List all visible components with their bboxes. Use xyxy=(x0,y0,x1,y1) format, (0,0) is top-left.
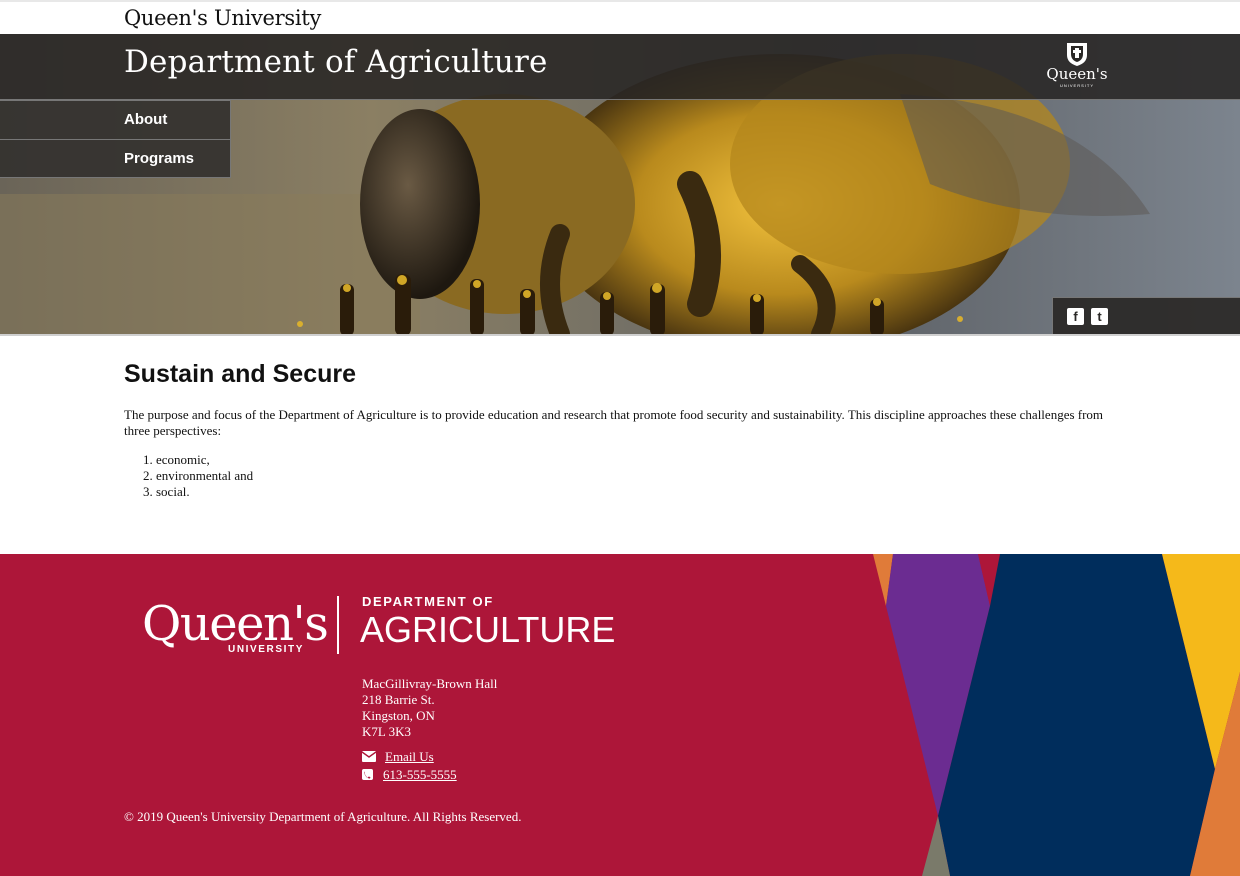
department-title-bar: Department of Agriculture Queen's UNIVER… xyxy=(0,34,1240,100)
queens-logo[interactable]: Queen's UNIVERSITY xyxy=(1044,41,1110,91)
queens-crest-icon xyxy=(1067,43,1087,66)
envelope-icon xyxy=(362,751,376,762)
list-item: economic, xyxy=(156,452,1114,468)
crest-wordmark: Queen's xyxy=(1046,65,1108,83)
list-item: social. xyxy=(156,484,1114,500)
social-links: f t xyxy=(1052,297,1240,334)
intro-paragraph: The purpose and focus of the Department … xyxy=(124,407,1104,438)
main-content: Sustain and Secure The purpose and focus… xyxy=(124,360,1114,500)
logo-agriculture: AGRICULTURE xyxy=(360,609,616,650)
page-heading: Sustain and Secure xyxy=(124,360,357,388)
address-line: 218 Barrie St. xyxy=(362,692,435,707)
facebook-icon[interactable]: f xyxy=(1067,308,1084,325)
hero-banner: Department of Agriculture Queen's UNIVER… xyxy=(0,34,1240,336)
department-title[interactable]: Department of Agriculture xyxy=(124,44,548,80)
list-item: environmental and xyxy=(156,468,1114,484)
phone-icon xyxy=(362,769,373,780)
phone-contact: 613-555-5555 xyxy=(362,767,457,783)
nav-item-programs[interactable]: Programs xyxy=(0,139,231,178)
postal-address: MacGillivray-Brown Hall 218 Barrie St. K… xyxy=(362,676,497,740)
logo-divider xyxy=(337,596,339,654)
copyright-notice: © 2019 Queen's University Department of … xyxy=(124,809,522,824)
logo-department-of: DEPARTMENT OF xyxy=(362,594,494,609)
nav-item-about[interactable]: About xyxy=(0,100,231,139)
university-link[interactable]: Queen's University xyxy=(124,6,321,30)
address-line: K7L 3K3 xyxy=(362,724,411,739)
address-line: MacGillivray-Brown Hall xyxy=(362,676,498,691)
perspectives-list: economic, environmental and social. xyxy=(124,452,1114,500)
university-bar: Queen's University xyxy=(0,0,1240,34)
email-contact: Email Us xyxy=(362,749,434,765)
main-navigation: About Programs xyxy=(0,100,231,178)
crest-subtext: UNIVERSITY xyxy=(1059,83,1094,88)
site-footer: Queen's UNIVERSITY DEPARTMENT OF AGRICUL… xyxy=(0,554,1240,876)
email-link[interactable]: Email Us xyxy=(385,749,434,764)
logo-university-text: UNIVERSITY xyxy=(228,644,305,655)
address-line: Kingston, ON xyxy=(362,708,435,723)
twitter-icon[interactable]: t xyxy=(1091,308,1108,325)
phone-link[interactable]: 613-555-5555 xyxy=(383,767,457,782)
